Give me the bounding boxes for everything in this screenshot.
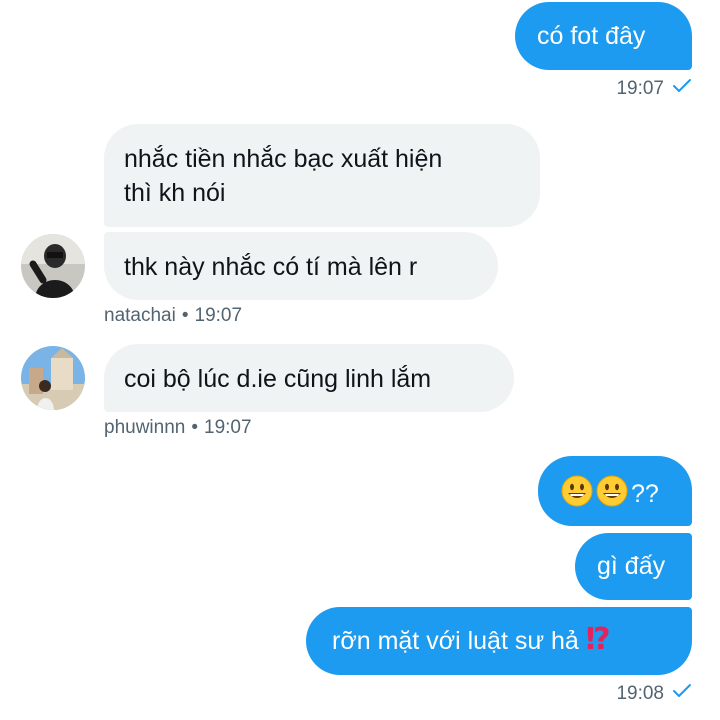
check-icon — [672, 683, 692, 705]
check-icon — [672, 78, 692, 100]
incoming-message-bubble[interactable]: thk này nhắc có tí mà lên r — [104, 232, 498, 300]
outgoing-message-bubble[interactable]: ?? — [538, 456, 692, 526]
exclamation-question-emoji: ⁉ — [585, 623, 611, 656]
sender-name[interactable]: natachai — [104, 305, 176, 327]
message-text: ?? — [631, 480, 659, 508]
message-text-line: nhắc tiền nhắc bạc xuất hiện — [124, 145, 443, 173]
timestamp-text: 19:07 — [194, 305, 243, 326]
message-text: có fot đây — [537, 22, 646, 50]
message-timestamp: 19:08 — [616, 683, 692, 705]
avatar[interactable] — [21, 234, 85, 298]
sender-name[interactable]: phuwinnn — [104, 417, 185, 439]
timestamp-text: 19:07 — [616, 78, 664, 99]
message-text: thk này nhắc có tí mà lên r — [124, 253, 418, 281]
message-text-line: thì kh nói — [124, 179, 226, 207]
message-text: gì đấy — [597, 552, 666, 580]
message-text: coi bộ lúc d.ie cũng linh lắm — [124, 365, 432, 393]
separator: • — [181, 305, 189, 326]
outgoing-message-bubble[interactable]: có fot đây — [515, 2, 692, 70]
outgoing-message-bubble[interactable]: rỡn mặt với luật sư hả ⁉ — [306, 607, 692, 675]
avatar[interactable] — [21, 346, 85, 410]
timestamp-text: 19:08 — [616, 683, 664, 704]
sender-info: natachai • 19:07 — [104, 305, 242, 327]
message-timestamp: 19:07 — [616, 78, 692, 100]
incoming-message-bubble[interactable]: nhắc tiền nhắc bạc xuất hiện thì kh nói — [104, 124, 540, 227]
incoming-message-bubble[interactable]: coi bộ lúc d.ie cũng linh lắm — [104, 344, 514, 412]
outgoing-message-bubble[interactable]: gì đấy — [575, 533, 692, 600]
message-text: rỡn mặt với luật sư hả — [332, 627, 579, 655]
timestamp-text: 19:07 — [204, 417, 252, 438]
sender-info: phuwinnn • 19:07 — [104, 417, 252, 439]
grinning-face-emoji — [596, 475, 628, 507]
separator: • — [191, 417, 198, 438]
grinning-face-emoji — [561, 475, 593, 507]
